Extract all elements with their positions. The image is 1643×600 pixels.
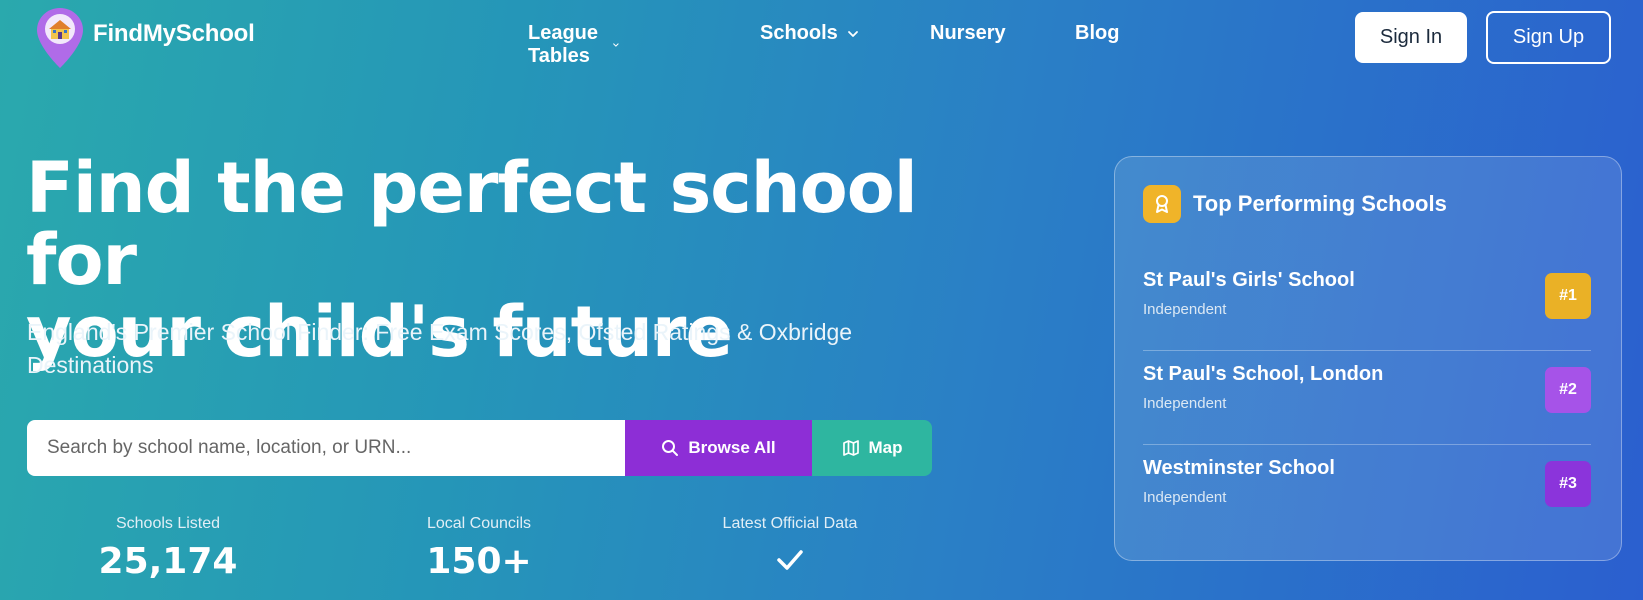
- stat-label: Schools Listed: [115, 515, 221, 532]
- school-type: Independent: [1143, 395, 1227, 412]
- browse-all-button[interactable]: Browse All: [625, 420, 812, 476]
- rank-badge: #2: [1545, 367, 1591, 413]
- map-icon: [842, 440, 859, 456]
- map-button[interactable]: Map: [812, 420, 932, 476]
- award-icon: [1156, 195, 1168, 213]
- top-schools-panel: Top Performing Schools St Paul's Girls' …: [1114, 156, 1622, 561]
- panel-header: Top Performing Schools: [1143, 185, 1447, 223]
- nav-nursery-label: Nursery: [930, 22, 1006, 44]
- rank-badge: #1: [1545, 273, 1591, 319]
- map-label: Map: [868, 438, 903, 457]
- school-type: Independent: [1143, 489, 1227, 506]
- nav-schools-label: Schools: [760, 22, 838, 44]
- hero-title-line-1: Find the perfect school for: [26, 147, 918, 301]
- chevron-down-icon: [613, 43, 619, 47]
- logo[interactable]: FindMySchool: [35, 6, 255, 70]
- stat-latest-data: Latest Official Data: [700, 515, 880, 577]
- nav-blog-label: Blog: [1075, 22, 1120, 44]
- rank-badge: #3: [1545, 461, 1591, 507]
- school-list-item[interactable]: St Paul's Girls' School Independent #1: [1143, 257, 1591, 351]
- stat-label: Local Councils: [426, 515, 532, 532]
- brand-name: FindMySchool: [93, 20, 255, 47]
- stat-label: Latest Official Data: [722, 515, 858, 532]
- school-type: Independent: [1143, 301, 1227, 318]
- search-bar: Browse All Map: [27, 420, 932, 476]
- stat-value: 150+: [426, 541, 532, 582]
- search-icon: [662, 440, 679, 456]
- nav-league-tables-label: League Tables: [528, 22, 599, 67]
- nav-league-tables[interactable]: League Tables: [528, 22, 620, 68]
- browse-all-label: Browse All: [688, 438, 776, 457]
- nav-nursery[interactable]: Nursery: [930, 22, 1006, 45]
- hero-subtitle-line-1: England's Premier School Finder: Free Ex…: [27, 319, 853, 345]
- school-name: St Paul's Girls' School: [1143, 269, 1355, 291]
- map-pin-logo-icon: [37, 8, 83, 68]
- stat-schools-listed: Schools Listed 25,174: [88, 515, 248, 582]
- stat-value: 25,174: [98, 541, 238, 582]
- sign-in-button[interactable]: Sign In: [1355, 12, 1467, 63]
- school-name: St Paul's School, London: [1143, 363, 1384, 385]
- chevron-down-icon: [847, 30, 858, 37]
- panel-title: Top Performing Schools: [1193, 191, 1447, 216]
- sign-up-button[interactable]: Sign Up: [1486, 11, 1611, 64]
- award-badge: [1143, 185, 1181, 223]
- nav-schools[interactable]: Schools: [760, 22, 860, 45]
- school-list-item[interactable]: St Paul's School, London Independent #2: [1143, 351, 1591, 445]
- header: FindMySchool League Tables Schools Nurse…: [0, 0, 1643, 74]
- hero-subtitle-line-2: Destinations: [27, 352, 154, 378]
- school-list-item[interactable]: Westminster School Independent #3: [1143, 445, 1591, 539]
- stat-local-councils: Local Councils 150+: [399, 515, 559, 582]
- check-icon: [777, 550, 803, 570]
- search-input[interactable]: [27, 420, 625, 476]
- school-name: Westminster School: [1143, 457, 1335, 479]
- nav-blog[interactable]: Blog: [1075, 22, 1119, 45]
- hero-subtitle: England's Premier School Finder: Free Ex…: [27, 316, 927, 382]
